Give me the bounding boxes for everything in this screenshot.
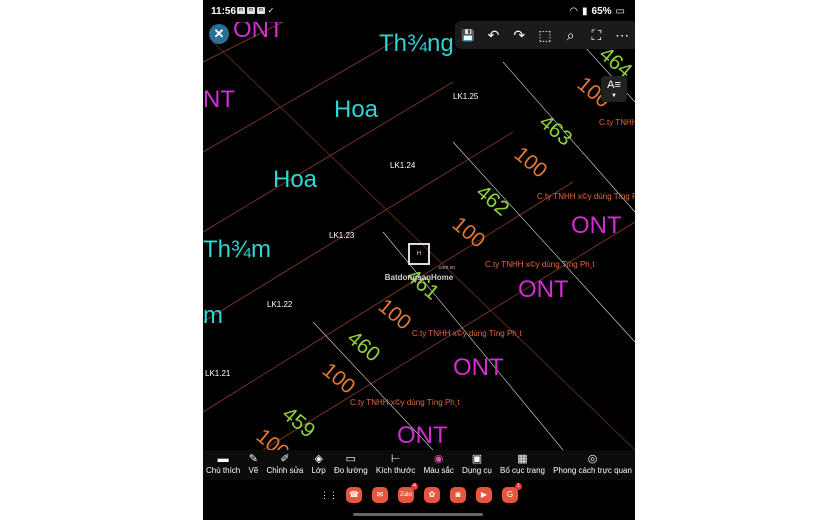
layers-icon: ◈ [314,453,323,465]
zone-code: ONT [571,212,622,239]
zone-label: Th¾ng [379,30,454,57]
notification-icon: m [237,7,245,14]
tool-label: Bố cục trang [500,466,545,475]
text-style-button[interactable]: A≡ ▼ [601,76,627,102]
company-label: C.ty TNHH x©y dùng Tïng Ph¸t [412,329,522,338]
tool-label: Kích thước [375,466,416,475]
color-wheel-icon: ◉ [433,453,444,465]
phone-app-icon[interactable]: ☎ [346,487,362,503]
tool-layout[interactable]: ▦ Bố cục trang [500,450,545,480]
camera-app-icon[interactable]: ◙ [450,487,466,503]
zone-label: Hoa [334,96,379,123]
lot-label: LK1.21 [205,369,231,378]
tool-dimension[interactable]: ⊢ Kích thước [376,450,416,480]
tool-label: Màu sắc [423,466,454,475]
comment-icon: ▬ [217,453,229,465]
crop-icon[interactable]: ⬚ [534,27,556,44]
watermark-domain: .com.vn [437,265,455,271]
zoom-icon[interactable]: ⌕ [560,27,582,44]
zone-label: m [203,302,223,329]
lot-label: LK1.23 [329,231,355,240]
watermark-name: BatdongsanHome [384,273,454,282]
layout-icon: ▦ [517,453,528,465]
zone-code: ONT [518,276,569,303]
tool-layers[interactable]: ◈ Lớp [312,450,326,480]
home-indicator[interactable] [353,513,483,516]
company-label: C.ty TNHH x©y dùng Tïng Ph¸t [350,398,460,407]
fullscreen-icon[interactable]: ⛶ [585,27,607,44]
youtube-app-icon[interactable]: ▶ [476,487,492,503]
google-app-icon[interactable]: G1 [502,483,522,503]
tool-annotation[interactable]: ▬ Chú thích [206,450,240,480]
battery-icon: ▭ [615,6,625,17]
signal-icon: ▮ [582,6,588,17]
tool-measure[interactable]: ▭ Đo lường [334,450,368,480]
top-toolbar: 💾 ↶ ↷ ⬚ ⌕ ⛶ ⋯ [455,21,635,49]
notification-icons: m m m ✓ [237,6,275,15]
company-label: C.ty TNHH x©y dùng Tïng Ph [537,192,635,201]
ruler-icon: ▭ [345,453,357,465]
edit-icon: ✐ [280,453,290,465]
lot-label: LK1.22 [267,300,293,309]
zone-code: ONT [453,354,504,381]
device-screen: 11:56 m m m ✓ ◠ ▮ 65% ▭ Th¾ng Hoa Hoa Th… [203,0,635,520]
tool-tools[interactable]: ▣ Dụng cụ [462,450,492,480]
chevron-down-icon: ▼ [611,93,617,99]
google-label: G [506,490,514,499]
undo-icon[interactable]: ↶ [483,27,505,44]
tool-label: Vẽ [248,466,259,475]
zone-label: Th¾m [203,236,272,263]
text-style-icon: A≡ [607,79,621,91]
battery-percent: 65% [591,6,612,17]
lot-label: LK1.24 [390,161,416,170]
status-right: ◠ ▮ 65% ▭ [569,6,625,17]
company-label: C.ty TNHH [599,118,635,127]
tool-label: Đo lường [333,466,368,475]
tool-label: Phong cách trực quan [553,466,632,475]
dimension-icon: ⊢ [390,453,401,465]
check-icon: ✓ [267,6,275,15]
app-dock: ⋮⋮ ☎ ✉ Zalo 4 ✿ ◙ ▶ G1 [203,480,635,510]
notification-icon: m [257,7,265,14]
zone-code: ONT [397,422,448,449]
more-icon[interactable]: ⋯ [611,27,633,44]
toolbox-icon: ▣ [471,453,483,465]
tool-edit[interactable]: ✐ Chỉnh sửa [266,450,303,480]
notification-icon: m [247,7,255,14]
tool-label: Dụng cụ [462,466,492,475]
lot-label: LK1.25 [453,92,479,101]
zone-code: ONT [233,22,284,43]
flower-app-icon[interactable]: ✿ [424,487,440,503]
pen-icon: ✎ [248,453,258,465]
wifi-icon: ◠ [569,6,579,17]
tool-draw[interactable]: ✎ Vẽ [248,450,258,480]
app-drawer-icon[interactable]: ⋮⋮ [320,487,338,503]
tool-label: Chỉnh sửa [266,466,304,475]
messages-app-icon[interactable]: ✉ [372,487,388,503]
notification-badge: 4 [411,483,418,490]
status-time: 11:56 [211,6,237,17]
drawing-canvas[interactable]: Th¾ng Hoa Hoa Th¾m m ONT NT ONT ONT ONT … [203,22,635,450]
visual-style-icon: ◎ [587,453,598,465]
tool-color[interactable]: ◉ Màu sắc [424,450,454,480]
close-icon: ✕ [213,26,225,41]
zone-label: Hoa [273,166,318,193]
tool-label: Chú thích [206,466,241,475]
watermark: H .com.vn BatdongsanHome [383,242,455,282]
redo-icon[interactable]: ↷ [508,27,530,44]
company-label: C.ty TNHH x©y dùng Tïng Ph¸t [485,260,595,269]
zalo-app-icon[interactable]: Zalo 4 [398,483,418,503]
parcel-line [203,81,454,233]
zalo-label: Zalo [400,492,412,498]
house-icon: H [408,243,430,265]
zone-code: NT [203,86,235,113]
bottom-toolbar: ▬ Chú thích ✎ Vẽ ✐ Chỉnh sửa ◈ Lớp ▭ Đo lường… [203,450,635,480]
close-button[interactable]: ✕ [209,24,229,44]
status-bar: 11:56 m m m ✓ ◠ ▮ 65% ▭ [203,0,635,22]
save-icon[interactable]: 💾 [457,29,479,42]
tool-visual-style[interactable]: ◎ Phong cách trực quan [553,450,632,480]
tool-label: Lớp [311,466,326,475]
notification-badge: 1 [515,483,522,490]
